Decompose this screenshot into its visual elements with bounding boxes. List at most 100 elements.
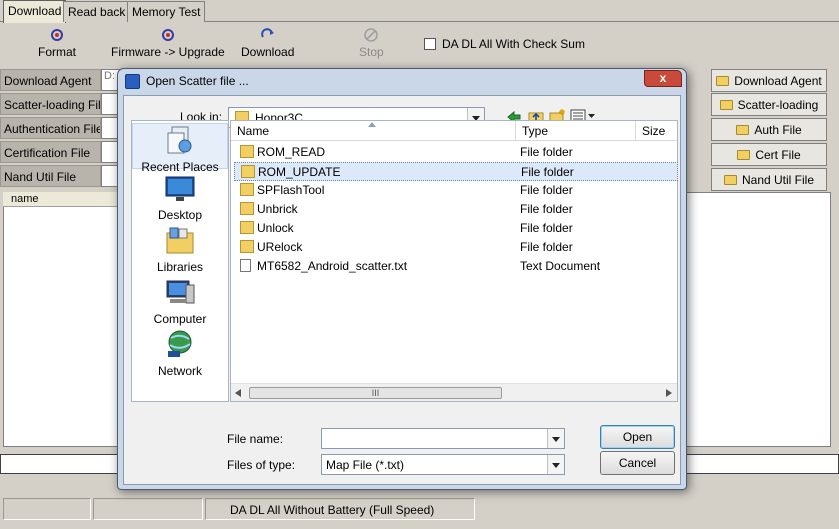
network-icon [168, 330, 192, 357]
tab-read-back[interactable]: Read back [63, 1, 131, 22]
column-header-size[interactable]: Size [636, 121, 677, 141]
scatter-loading-label: Scatter-loading File [0, 93, 101, 115]
file-list[interactable]: Name Type Size ROM_READ File folder ROM_… [230, 120, 678, 402]
file-type: File folder [520, 202, 573, 216]
status-text: DA DL All Without Battery (Full Speed) [230, 503, 435, 517]
open-button[interactable]: Open [600, 425, 675, 449]
place-desktop[interactable]: Desktop [132, 173, 228, 222]
file-type: File folder [520, 240, 573, 254]
tab-download[interactable]: Download [3, 0, 67, 23]
sort-ascending-icon [368, 122, 376, 127]
horizontal-scrollbar[interactable]: III [231, 383, 677, 401]
computer-icon [166, 280, 195, 304]
close-button[interactable]: x [644, 70, 682, 87]
status-cell [3, 498, 91, 520]
firmware-upgrade-button[interactable]: Firmware -> Upgrade [111, 28, 225, 59]
stop-icon [364, 28, 379, 42]
file-row[interactable]: URelock File folder [234, 238, 678, 257]
chevron-down-icon[interactable] [547, 455, 564, 474]
checkbox-box[interactable] [424, 38, 436, 50]
download-icon [260, 28, 274, 38]
text-file-icon [240, 259, 251, 272]
firmware-upgrade-icon [161, 29, 174, 41]
da-dl-checksum-label: DA DL All With Check Sum [442, 37, 585, 51]
file-name: SPFlashTool [257, 183, 325, 197]
da-dl-checksum-checkbox[interactable]: DA DL All With Check Sum [424, 37, 585, 51]
folder-icon [723, 175, 737, 185]
folder-icon [240, 240, 254, 253]
auth-file-button[interactable]: Auth File [711, 118, 827, 141]
nand-util-file-button-label: Nand Util File [741, 173, 815, 187]
files-of-type-value: Map File (*.txt) [326, 458, 405, 472]
file-name: ROM_UPDATE [258, 165, 341, 179]
file-type: File folder [520, 145, 573, 159]
place-recent-places[interactable]: Recent Places [132, 123, 228, 174]
folder-icon [241, 165, 255, 178]
file-name: Unbrick [257, 202, 298, 216]
download-agent-button-label: Download Agent [734, 74, 822, 88]
place-network[interactable]: Network [132, 329, 228, 378]
file-type: Text Document [520, 259, 601, 273]
scroll-right-icon[interactable] [666, 389, 672, 397]
file-row-selected[interactable]: ROM_UPDATE File folder [234, 162, 678, 181]
file-row[interactable]: Unbrick File folder [234, 200, 678, 219]
status-cell [93, 498, 203, 520]
list-header-name[interactable]: name [3, 192, 118, 207]
cancel-button[interactable]: Cancel [600, 451, 675, 475]
place-libraries[interactable]: Libraries [132, 225, 228, 274]
format-button[interactable]: Format [38, 28, 76, 59]
file-row[interactable]: SPFlashTool File folder [234, 181, 678, 200]
nand-util-file-label: Nand Util File [0, 165, 101, 187]
folder-icon [240, 202, 254, 215]
file-row[interactable]: Unlock File folder [234, 219, 678, 238]
scrollbar-thumb[interactable]: III [249, 387, 502, 399]
files-of-type-select[interactable]: Map File (*.txt) [321, 454, 565, 475]
folder-icon [240, 145, 254, 158]
scroll-left-icon[interactable] [235, 389, 241, 397]
format-icon [51, 29, 63, 41]
file-name: URelock [257, 240, 303, 254]
place-label: Network [157, 364, 202, 378]
nand-util-file-button[interactable]: Nand Util File [711, 168, 827, 191]
open-scatter-dialog: Open Scatter file ... x Look in: Honor3C… [117, 68, 687, 490]
file-row[interactable]: ROM_READ File folder [234, 143, 678, 162]
folder-icon [737, 150, 751, 160]
recent-places-icon [167, 126, 192, 154]
folder-icon [240, 221, 254, 234]
folder-icon [716, 76, 730, 86]
file-name: Unlock [257, 221, 294, 235]
download-button[interactable]: Download [241, 28, 294, 59]
column-header-type[interactable]: Type [516, 121, 636, 141]
cert-file-button[interactable]: Cert File [711, 143, 827, 166]
firmware-upgrade-label: Firmware -> Upgrade [111, 45, 225, 59]
file-type: File folder [520, 183, 573, 197]
file-name-input[interactable] [321, 428, 565, 449]
scatter-loading-button[interactable]: Scatter-loading [711, 93, 827, 116]
download-agent-label: Download Agent [0, 69, 101, 91]
tab-memory-test[interactable]: Memory Test [127, 1, 206, 22]
place-label: Libraries [156, 260, 204, 274]
folder-icon [719, 100, 733, 110]
chevron-down-icon[interactable] [547, 429, 564, 448]
format-label: Format [38, 45, 77, 59]
download-label: Download [241, 45, 295, 59]
folder-icon [736, 125, 750, 135]
stop-button[interactable]: Stop [359, 28, 384, 59]
file-row[interactable]: MT6582_Android_scatter.txt Text Document [234, 257, 678, 276]
file-type: File folder [520, 221, 573, 235]
files-of-type-label: Files of type: [227, 458, 296, 472]
place-computer[interactable]: Computer [132, 277, 228, 326]
file-name: ROM_READ [257, 145, 326, 159]
places-bar: Recent Places Desktop Libraries Computer… [131, 120, 229, 402]
place-label: Desktop [157, 208, 203, 222]
dialog-body: Look in: Honor3C Recent Places Desktop L… [123, 95, 681, 485]
file-name: MT6582_Android_scatter.txt [257, 259, 408, 273]
place-label: Computer [153, 312, 207, 326]
authentication-file-label: Authentication File [0, 117, 101, 139]
download-agent-button[interactable]: Download Agent [711, 69, 827, 92]
scatter-loading-button-label: Scatter-loading [737, 98, 819, 112]
desktop-icon [165, 176, 195, 201]
file-name-label: File name: [227, 432, 284, 446]
folder-icon [240, 183, 254, 196]
libraries-icon [166, 227, 194, 254]
